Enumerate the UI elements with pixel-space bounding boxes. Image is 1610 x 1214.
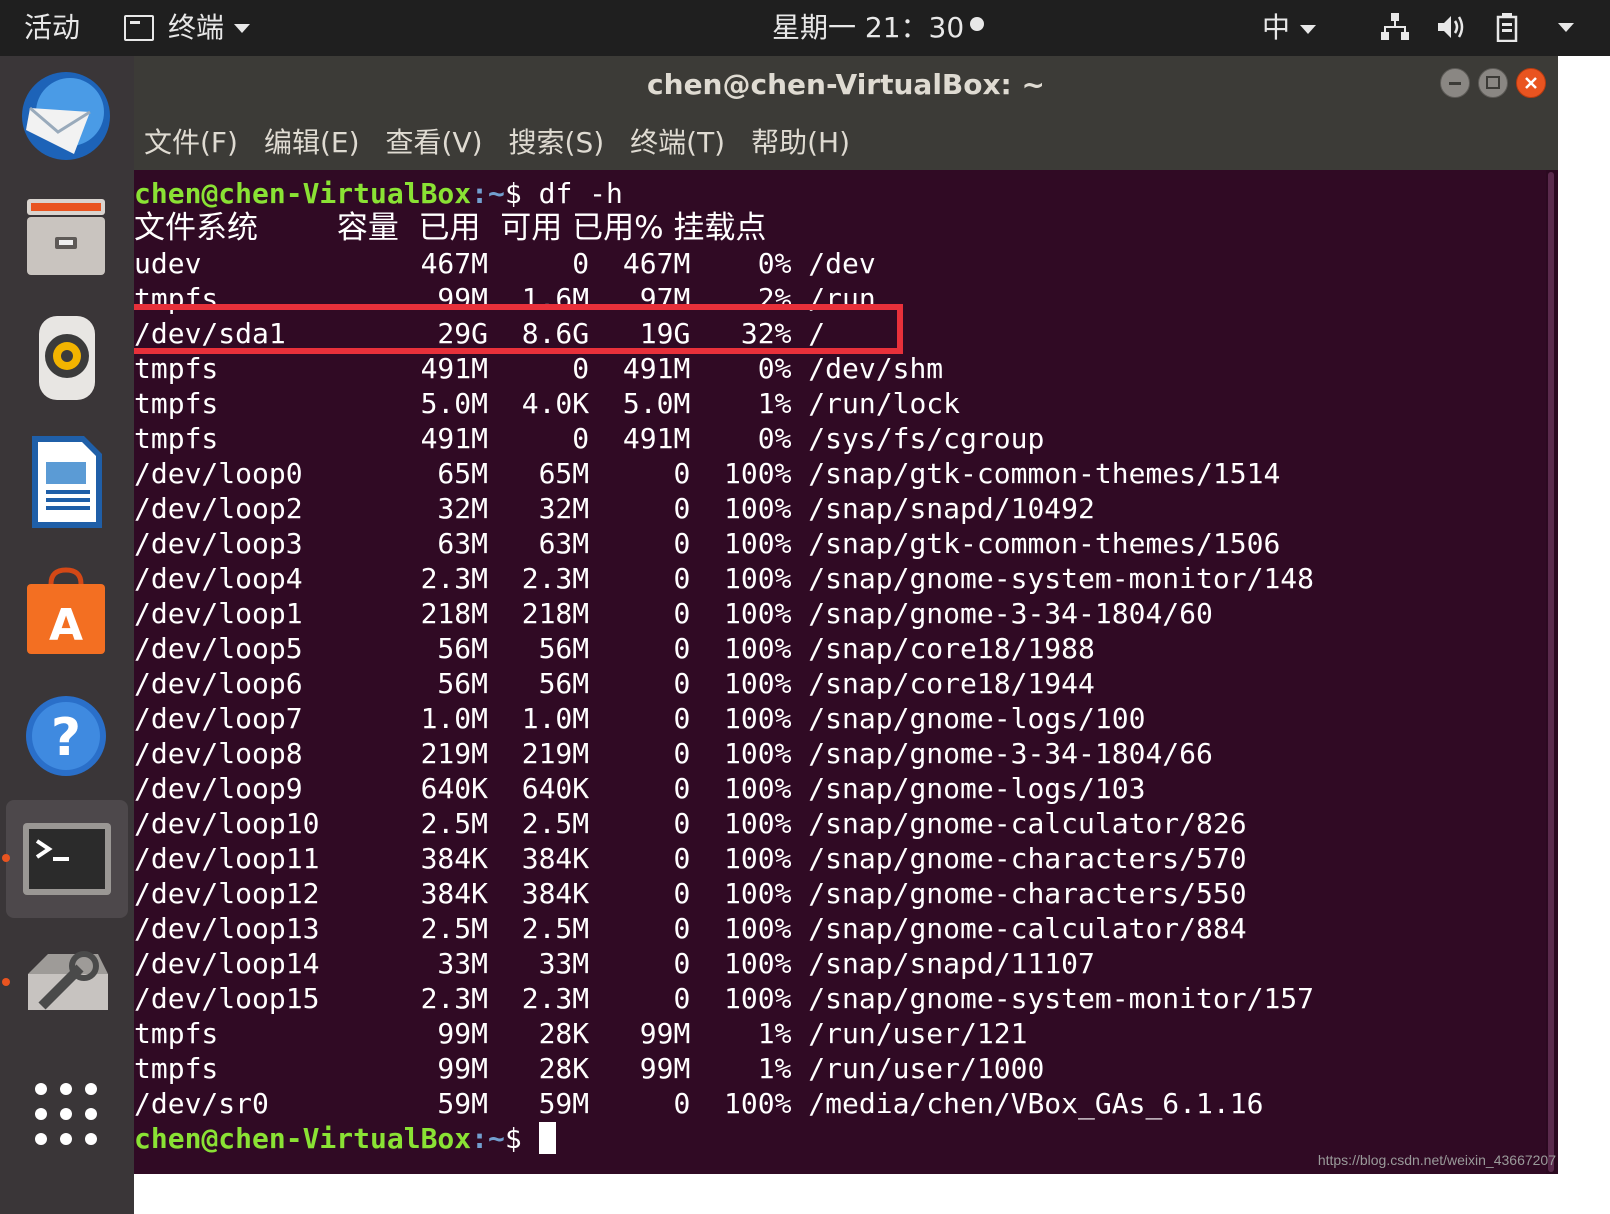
prompt-line: chen@chen-VirtualBox:~$ df -h xyxy=(134,177,623,210)
menu-edit[interactable]: 编辑(E) xyxy=(264,121,360,161)
terminal-window: chen@chen-VirtualBox: ~ 文件(F) 编辑(E) 查看(V… xyxy=(134,56,1558,1174)
system-tray[interactable] xyxy=(1380,12,1574,42)
menu-search[interactable]: 搜索(S) xyxy=(509,121,605,161)
dock-rhythmbox[interactable] xyxy=(14,306,118,410)
svg-text:A: A xyxy=(49,600,83,651)
volume-icon xyxy=(1438,16,1464,38)
prompt-line: chen@chen-VirtualBox:~$ xyxy=(134,1122,556,1155)
maximize-button[interactable] xyxy=(1478,68,1508,98)
df-row: tmpfs 491M 0 491M 0% /sys/fs/cgroup xyxy=(134,422,1045,455)
df-row: /dev/loop7 1.0M 1.0M 0 100% /snap/gnome-… xyxy=(134,702,1146,735)
dock-show-apps[interactable] xyxy=(14,1062,118,1166)
chevron-down-icon xyxy=(234,23,251,33)
close-icon xyxy=(1525,77,1537,89)
menu-bar: 文件(F) 编辑(E) 查看(V) 搜索(S) 终端(T) 帮助(H) xyxy=(134,112,1558,170)
df-row: /dev/loop13 2.5M 2.5M 0 100% /snap/gnome… xyxy=(134,912,1247,945)
dock: A ? xyxy=(0,56,134,1214)
app-name: 终端 xyxy=(168,11,225,44)
terminal-output[interactable]: chen@chen-VirtualBox:~$ df -h 文件系统 容量 已用… xyxy=(134,170,1546,1174)
dock-files[interactable] xyxy=(14,184,118,288)
df-row: /dev/loop2 32M 32M 0 100% /snap/snapd/10… xyxy=(134,492,1095,525)
df-row: /dev/loop6 56M 56M 0 100% /snap/core18/1… xyxy=(134,667,1095,700)
df-row: /dev/loop8 219M 219M 0 100% /snap/gnome-… xyxy=(134,737,1213,770)
df-row: tmpfs 99M 28K 99M 1% /run/user/121 xyxy=(134,1017,1028,1050)
show-apps-icon xyxy=(35,1083,97,1145)
df-row: /dev/loop9 640K 640K 0 100% /snap/gnome-… xyxy=(134,772,1146,805)
input-method-label: 中 xyxy=(1262,11,1291,44)
top-bar: 活动 终端 星期一 21：30 中 xyxy=(0,0,1610,56)
dock-thunderbird[interactable] xyxy=(14,64,118,168)
clock-text: 星期一 21：30 xyxy=(772,11,965,44)
menu-help[interactable]: 帮助(H) xyxy=(751,121,850,161)
command-text: df -h xyxy=(538,177,623,210)
df-row: /dev/sr0 59M 59M 0 100% /media/chen/VBox… xyxy=(134,1087,1264,1120)
app-menu-button[interactable]: 终端 xyxy=(124,11,251,44)
close-button[interactable] xyxy=(1516,68,1546,98)
running-indicator xyxy=(2,978,10,986)
running-indicator xyxy=(2,854,10,862)
battery-icon xyxy=(1496,13,1518,42)
terminal-icon xyxy=(23,823,111,895)
highlight-annotation-box xyxy=(134,304,903,354)
writer-icon xyxy=(32,436,102,528)
window-titlebar[interactable]: chen@chen-VirtualBox: ~ xyxy=(134,56,1558,112)
prompt-user: chen@chen-VirtualBox xyxy=(134,1122,472,1155)
software-updater-icon xyxy=(28,951,108,1010)
menu-file[interactable]: 文件(F) xyxy=(144,121,238,161)
df-row: /dev/loop14 33M 33M 0 100% /snap/snapd/1… xyxy=(134,947,1095,980)
text-cursor xyxy=(538,1122,556,1154)
window-title: chen@chen-VirtualBox: ~ xyxy=(647,68,1045,101)
chevron-down-icon xyxy=(1558,22,1574,32)
notification-dot-icon xyxy=(970,17,985,31)
minimize-icon xyxy=(1449,82,1461,85)
df-row: udev 467M 0 467M 0% /dev xyxy=(134,247,876,280)
df-row: /dev/loop11 384K 384K 0 100% /snap/gnome… xyxy=(134,842,1247,875)
maximize-icon xyxy=(1486,76,1500,89)
help-icon: ? xyxy=(26,696,106,776)
df-row: tmpfs 5.0M 4.0K 5.0M 1% /run/lock xyxy=(134,387,961,420)
svg-text:?: ? xyxy=(51,708,81,768)
scrollbar[interactable] xyxy=(1546,170,1558,1174)
df-row: /dev/loop5 56M 56M 0 100% /snap/core18/1… xyxy=(134,632,1095,665)
df-row: /dev/loop10 2.5M 2.5M 0 100% /snap/gnome… xyxy=(134,807,1247,840)
clock-button[interactable]: 星期一 21：30 xyxy=(772,11,985,44)
df-row: /dev/loop1 218M 218M 0 100% /snap/gnome-… xyxy=(134,597,1213,630)
watermark: https://blog.csdn.net/weixin_43667207 xyxy=(1317,1152,1556,1168)
dock-software-updater[interactable] xyxy=(14,936,118,1040)
dock-writer[interactable] xyxy=(14,430,118,534)
df-header: 文件系统 容量 已用 可用 已用% 挂载点 xyxy=(134,210,767,246)
menu-terminal[interactable]: 终端(T) xyxy=(630,121,725,161)
prompt-user: chen@chen-VirtualBox xyxy=(134,177,472,210)
menu-view[interactable]: 查看(V) xyxy=(386,121,483,161)
terminal-app-icon xyxy=(124,15,154,41)
dock-terminal[interactable] xyxy=(6,800,128,918)
software-icon: A xyxy=(27,567,105,654)
files-icon xyxy=(27,199,105,275)
dock-help[interactable]: ? xyxy=(14,684,118,788)
df-row: /dev/loop4 2.3M 2.3M 0 100% /snap/gnome-… xyxy=(134,562,1315,595)
df-row: tmpfs 99M 28K 99M 1% /run/user/1000 xyxy=(134,1052,1045,1085)
scrollbar-thumb[interactable] xyxy=(1548,172,1554,1172)
activities-button[interactable]: 活动 xyxy=(24,12,80,44)
prompt-symbol: $ xyxy=(504,177,539,210)
dock-software[interactable]: A xyxy=(14,560,118,664)
input-method-button[interactable]: 中 xyxy=(1262,11,1317,44)
thunderbird-icon xyxy=(22,72,110,160)
prompt-path: :~ xyxy=(471,1122,505,1155)
network-icon xyxy=(1381,13,1409,40)
df-row: /dev/loop3 63M 63M 0 100% /snap/gtk-comm… xyxy=(134,527,1281,560)
df-row: /dev/loop12 384K 384K 0 100% /snap/gnome… xyxy=(134,877,1247,910)
minimize-button[interactable] xyxy=(1440,68,1470,98)
df-row: /dev/loop15 2.3M 2.3M 0 100% /snap/gnome… xyxy=(134,982,1315,1015)
rhythmbox-icon xyxy=(39,316,95,400)
df-row: /dev/loop0 65M 65M 0 100% /snap/gtk-comm… xyxy=(134,457,1281,490)
df-row: tmpfs 491M 0 491M 0% /dev/shm xyxy=(134,352,944,385)
chevron-down-icon xyxy=(1300,24,1317,34)
prompt-path: :~ xyxy=(471,177,505,210)
prompt-symbol: $ xyxy=(504,1122,539,1155)
